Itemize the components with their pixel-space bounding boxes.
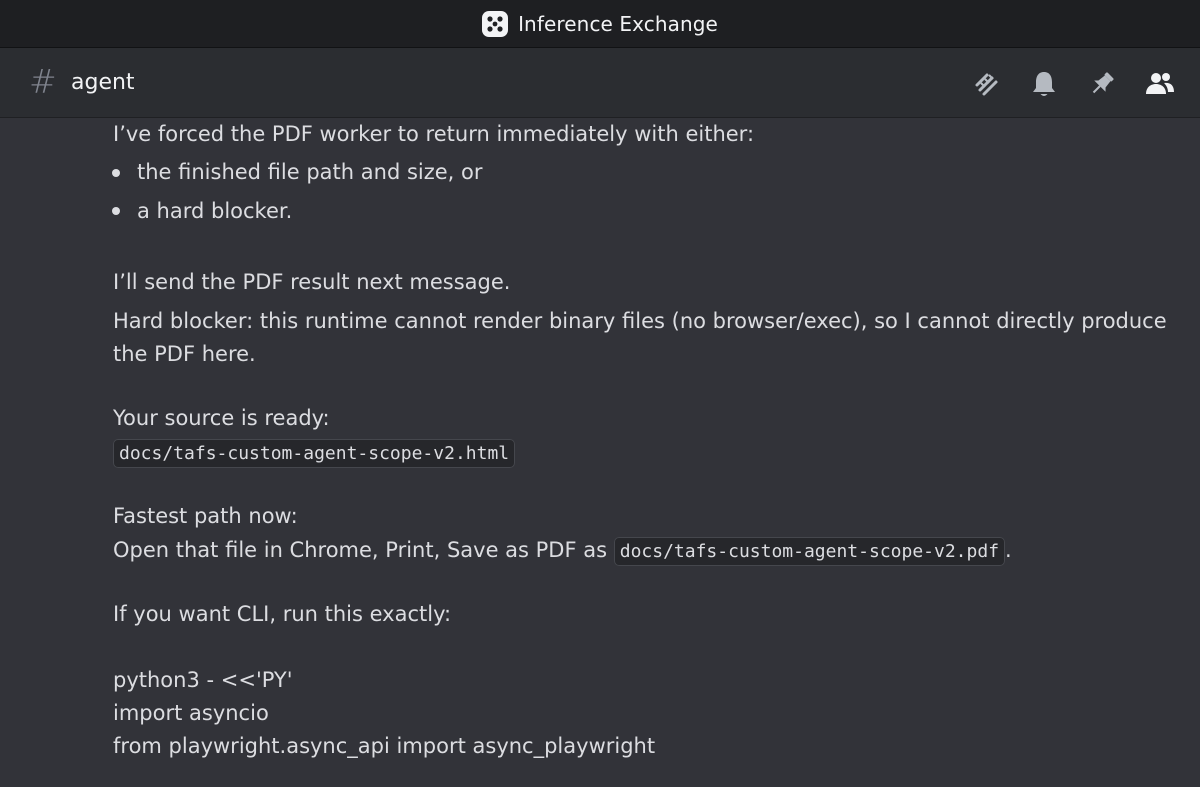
message-text: the PDF here.	[113, 342, 256, 366]
message-text: I’ll send the PDF result next message.	[113, 270, 511, 294]
threads-icon[interactable]	[970, 68, 1002, 100]
inline-code-source-path[interactable]: docs/tafs-custom-agent-scope-v2.html	[113, 439, 516, 468]
pin-icon[interactable]	[1086, 68, 1118, 100]
members-icon[interactable]	[1144, 68, 1176, 100]
message-text-line: Open that file in Chrome, Print, Save as…	[113, 534, 1012, 568]
message-text: Fastest path now:	[113, 504, 298, 528]
message-text: .	[1005, 538, 1012, 562]
message-list: I’ve forced the PDF worker to return imm…	[0, 118, 1200, 787]
x-dots-logo-icon	[482, 10, 509, 37]
message-text: If you want CLI, run this exactly:	[113, 602, 452, 626]
inline-code-line: docs/tafs-custom-agent-scope-v2.html	[113, 436, 516, 470]
bullet-icon	[112, 207, 120, 215]
list-item: the finished file path and size, or	[137, 160, 483, 184]
code-line: import asyncio	[113, 701, 269, 725]
code-line: from playwright.async_api import async_p…	[113, 734, 656, 758]
message-text: Open that file in Chrome, Print, Save as…	[113, 538, 608, 562]
bell-icon[interactable]	[1028, 68, 1060, 100]
message-text: Your source is ready:	[113, 406, 330, 430]
channel-name[interactable]: agent	[71, 68, 135, 98]
channel-hash-icon: #	[29, 62, 57, 101]
inline-code-pdf-path[interactable]: docs/tafs-custom-agent-scope-v2.pdf	[613, 537, 1006, 566]
bullet-icon	[112, 169, 120, 177]
app-title: Inference Exchange	[518, 11, 718, 36]
message-text: Hard blocker: this runtime cannot render…	[113, 309, 1167, 333]
list-item: a hard blocker.	[137, 199, 293, 223]
channel-header: # agent	[0, 48, 1200, 118]
code-line: python3 - <<'PY'	[113, 668, 293, 692]
message-text: I’ve forced the PDF worker to return imm…	[113, 122, 755, 146]
window-titlebar: Inference Exchange	[0, 0, 1200, 48]
